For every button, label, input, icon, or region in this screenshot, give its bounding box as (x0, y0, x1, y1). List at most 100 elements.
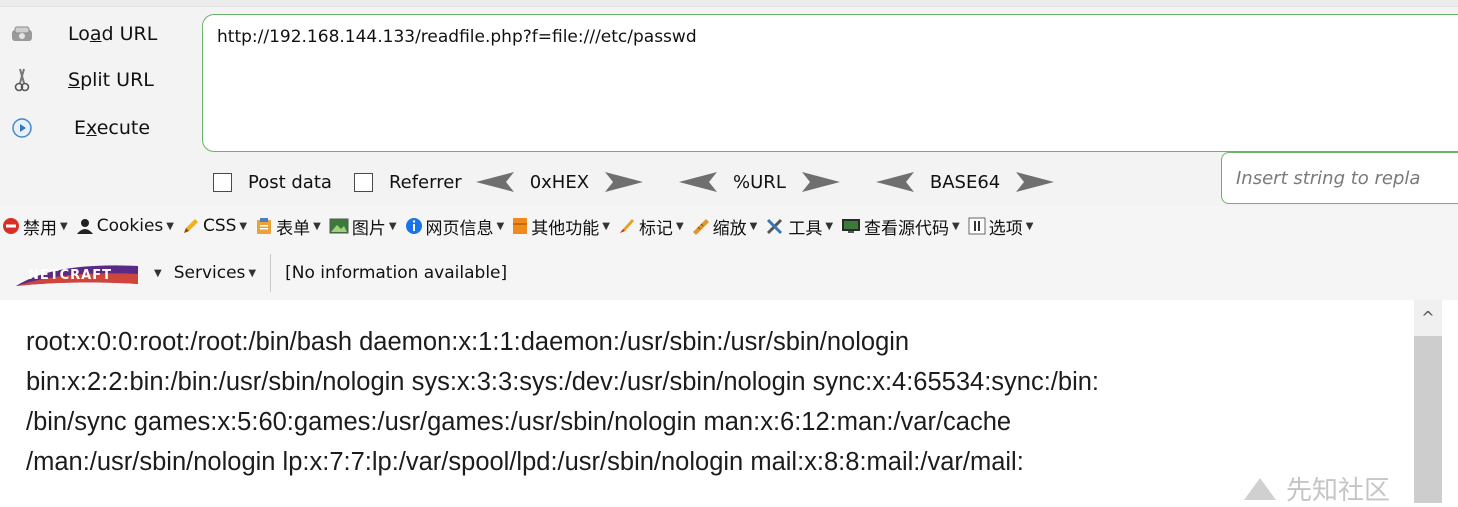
toolbar-menu-label: 禁用 (23, 218, 57, 239)
page-content: root:x:0:0:root:/root:/bin/bash daemon:x… (0, 300, 1458, 506)
dropdown-caret-icon: ▼ (825, 220, 834, 232)
tools-icon (765, 217, 788, 235)
dropdown-caret-icon: ▼ (313, 220, 321, 232)
options-icon (968, 217, 989, 235)
hex-decode-arrow-icon[interactable] (475, 172, 514, 192)
box-icon (512, 217, 531, 235)
toolbar-menu-label: 工具 (788, 218, 823, 239)
toolbar-menu-item[interactable]: 查看源代码 ▼ (841, 214, 960, 239)
vertical-scrollbar[interactable]: ^ (1414, 300, 1442, 503)
toolbar-menu-item[interactable]: 缩放 ▼ (692, 214, 758, 239)
hackbar-panel: Load URL Split URL Execute http://192.16… (0, 0, 1458, 206)
referrer-checkbox[interactable] (353, 172, 373, 192)
base64-encoder: BASE64 (875, 171, 1055, 193)
url-textarea[interactable]: http://192.168.144.133/readfile.php?f=fi… (202, 14, 1458, 152)
toolbar-menu-item[interactable]: Cookies ▼ (76, 216, 174, 236)
watermark: 先知社区 (1240, 473, 1390, 506)
netcraft-logo[interactable]: NETCRAFT (14, 258, 140, 288)
highlighter-icon (618, 217, 639, 235)
netcraft-divider (270, 254, 272, 292)
output-line: root:x:0:0:root:/root:/bin/bash daemon:x… (26, 328, 910, 356)
toolbar-menu-label: 其他功能 (531, 218, 600, 239)
split-url-label: Split URL (68, 69, 154, 91)
toolbar-menu-item[interactable]: 标记 ▼ (618, 214, 684, 239)
toolbar-menu-label: 网页信息 (425, 218, 494, 239)
load-url-button[interactable]: Load URL (10, 18, 157, 50)
no-entry-icon (2, 217, 23, 235)
clipboard-icon (255, 217, 276, 235)
dropdown-caret-icon: ▼ (952, 220, 960, 232)
dropdown-caret-icon: ▼ (602, 220, 610, 232)
services-label: Services (173, 263, 246, 283)
play-icon (10, 116, 34, 140)
scroll-up-arrow-icon[interactable]: ^ (1414, 308, 1442, 334)
picture-icon (329, 218, 352, 234)
load-url-icon (10, 22, 34, 46)
url-decode-arrow-icon[interactable] (679, 172, 718, 192)
netcraft-logo-text: NETCRAFT (28, 268, 112, 283)
insert-string-placeholder: Insert string to repla (1236, 167, 1421, 189)
execute-label: Execute (74, 117, 151, 139)
insert-string-input[interactable]: Insert string to repla (1221, 152, 1458, 204)
dropdown-caret-icon: ▼ (388, 220, 397, 232)
info-icon (405, 217, 426, 235)
base64-decode-arrow-icon[interactable] (875, 172, 914, 192)
hackbar-top-edge (0, 0, 1458, 7)
hex-encoder: 0xHEX (475, 171, 644, 193)
toolbar-menu-label: 选项 (988, 218, 1023, 239)
post-data-checkbox[interactable] (213, 172, 232, 192)
toolbar-menu-label: 图片 (351, 218, 386, 239)
toolbar-menu-item[interactable]: CSS ▼ (182, 216, 247, 236)
toolbar-menu-label: 缩放 (712, 218, 747, 239)
hex-encode-arrow-icon[interactable] (605, 172, 644, 192)
url-enc-label: %URL (733, 171, 786, 193)
toolbar-menu-item[interactable]: 工具 ▼ (765, 214, 833, 239)
toolbar-menu-label: Cookies (96, 216, 164, 236)
extension-toolbar: 禁用 ▼ Cookies ▼ CSS ▼ 表单 ▼ 图片 ▼ 网页信息 ▼ 其他功能 ▼ 标记 ▼ 缩放 ▼ 工具 ▼… (0, 206, 1458, 246)
dropdown-caret-icon: ▼ (166, 220, 174, 232)
dropdown-caret-icon: ▼ (60, 220, 68, 232)
dropdown-caret-icon: ▼ (675, 220, 684, 232)
output-line: /man:/usr/sbin/nologin lp:x:7:7:lp:/var/… (26, 448, 1024, 476)
dropdown-caret-icon: ▼ (1025, 220, 1034, 232)
monitor-icon (841, 218, 864, 234)
pencil-icon (182, 217, 203, 235)
hex-label: 0xHEX (529, 171, 590, 193)
output-line: bin:x:2:2:bin:/bin:/usr/sbin/nologin sys… (26, 368, 1100, 396)
netcraft-info: [No information available] (285, 263, 508, 283)
referrer-label: Referrer (388, 171, 462, 193)
scrollbar-thumb[interactable] (1414, 336, 1442, 503)
ruler-icon (692, 217, 713, 235)
toolbar-menu-item[interactable]: 其他功能 ▼ (512, 214, 610, 239)
toolbar-menu-item[interactable]: 选项 ▼ (968, 214, 1034, 239)
split-url-button[interactable]: Split URL (10, 64, 154, 96)
toolbar-menu-label: 标记 (638, 218, 673, 239)
url-value: http://192.168.144.133/readfile.php?f=fi… (217, 27, 697, 47)
passwd-output: root:x:0:0:root:/root:/bin/bash daemon:x… (26, 322, 1406, 482)
output-line: /bin/sync games:x:5:60:games:/usr/games:… (26, 408, 1012, 436)
dropdown-caret-icon: ▼ (496, 220, 505, 232)
url-encoder: %URL (679, 172, 840, 193)
toolbar-menu-item[interactable]: 网页信息 ▼ (405, 214, 505, 239)
netcraft-menu-caret[interactable]: ▼ (154, 268, 162, 279)
scissors-icon (10, 68, 34, 92)
services-caret-icon: ▼ (248, 267, 257, 279)
toolbar-menu-item[interactable]: 图片 ▼ (329, 214, 397, 239)
load-url-label: Load URL (68, 23, 158, 45)
services-menu[interactable]: Services ▼ (174, 263, 256, 283)
base64-label: BASE64 (929, 171, 1001, 193)
url-encode-arrow-icon[interactable] (801, 172, 840, 192)
post-data-label: Post data (248, 171, 332, 193)
execute-button[interactable]: Execute (10, 112, 150, 144)
toolbar-menu-item[interactable]: 禁用 ▼ (2, 214, 68, 239)
toolbar-menu-item[interactable]: 表单 ▼ (255, 214, 321, 239)
user-silhouette-icon (76, 217, 97, 235)
watermark-logo-icon (1244, 478, 1276, 500)
dropdown-caret-icon: ▼ (749, 220, 758, 232)
watermark-text: 先知社区 (1286, 475, 1391, 506)
toolbar-menu-label: 查看源代码 (864, 218, 950, 239)
dropdown-caret-icon: ▼ (239, 220, 248, 232)
toolbar-menu-label: 表单 (276, 218, 311, 239)
netcraft-toolbar: NETCRAFT ▼ Services ▼ [No information av… (0, 246, 1458, 300)
base64-encode-arrow-icon[interactable] (1016, 172, 1055, 192)
